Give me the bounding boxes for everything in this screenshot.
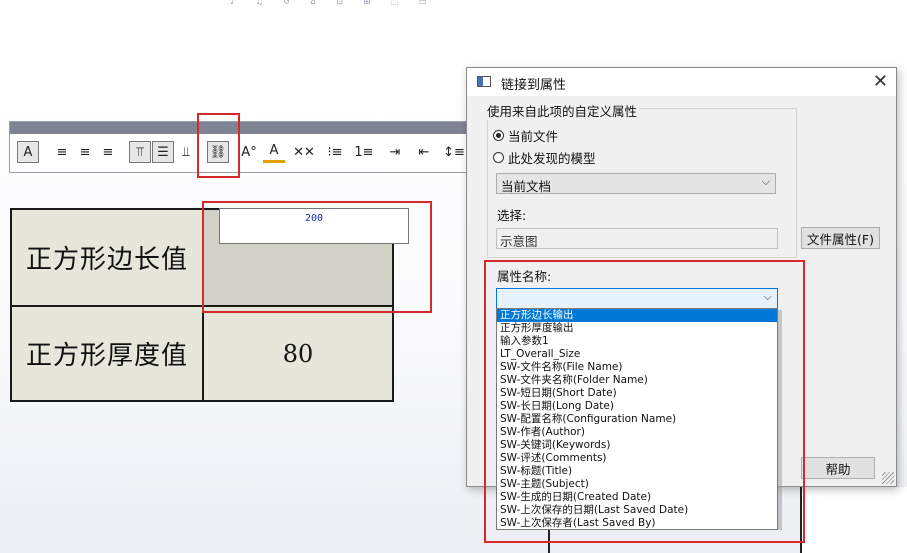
table-cell-label[interactable]: 正方形边长值 [12,210,202,305]
line-spacing-icon[interactable]: ↕≡ [443,141,465,163]
resize-grip-icon[interactable] [882,472,894,484]
indent-decrease-icon[interactable]: ⇤ [413,141,435,163]
highlight-link-button [197,113,240,178]
bullet-list-icon[interactable]: ⁝≡ [324,141,346,163]
table-cell-label[interactable]: 正方形厚度值 [12,307,202,400]
radio-label: 此处发现的模型 [508,151,596,166]
insert-text-icon[interactable]: A [17,141,39,163]
dialog-titlebar[interactable]: 链接到属性 ✕ [467,68,896,96]
align-left-icon[interactable]: ≡ [51,141,73,163]
document-select[interactable]: 当前文档 ⌵ [496,173,776,194]
file-properties-button[interactable]: 文件属性(F) [801,227,880,249]
document-select-value: 当前文档 [501,179,552,194]
background-panel [800,487,907,553]
dialog-title: 链接到属性 [501,78,567,93]
align-bottom-icon[interactable]: ⫫ [175,141,197,163]
radio-model-found-here[interactable]: 此处发现的模型 [493,148,596,167]
font-color-icon[interactable]: A [263,141,285,163]
indent-increase-icon[interactable]: ⇥ [384,141,406,163]
highlight-table-cell [202,201,432,313]
close-icon[interactable]: ✕ [873,71,888,92]
align-top-icon[interactable]: ⫪ [129,141,151,163]
table-cell-value[interactable]: 80 [204,307,392,400]
chevron-down-icon: ⌵ [761,175,770,188]
align-right-icon[interactable]: ≡ [97,141,119,163]
dialog-app-icon [477,76,491,87]
group-title: 使用来自此项的自定义属性 [485,101,640,120]
numbered-list-icon[interactable]: 1≡ [353,141,375,163]
select-label: 选择: [497,208,527,223]
select-field[interactable]: 示意图 [496,228,778,249]
clear-format-icon[interactable]: ✕✕ [293,141,315,163]
help-button[interactable]: 帮助 [801,457,875,479]
top-toolbar-strip: ♪ ♫ ↺ ⌂ ⊡ ⊞ ⬚ ▭ [230,0,436,6]
radio-button-icon[interactable] [493,152,504,163]
align-center-icon[interactable]: ≡ [74,141,96,163]
highlight-property-list [484,260,805,543]
radio-current-file[interactable]: 当前文件 [493,126,558,145]
align-middle-icon[interactable]: ☰ [152,141,174,163]
radio-button-icon[interactable] [493,130,504,141]
font-style-icon[interactable]: A° [238,141,260,163]
radio-label: 当前文件 [508,129,559,144]
